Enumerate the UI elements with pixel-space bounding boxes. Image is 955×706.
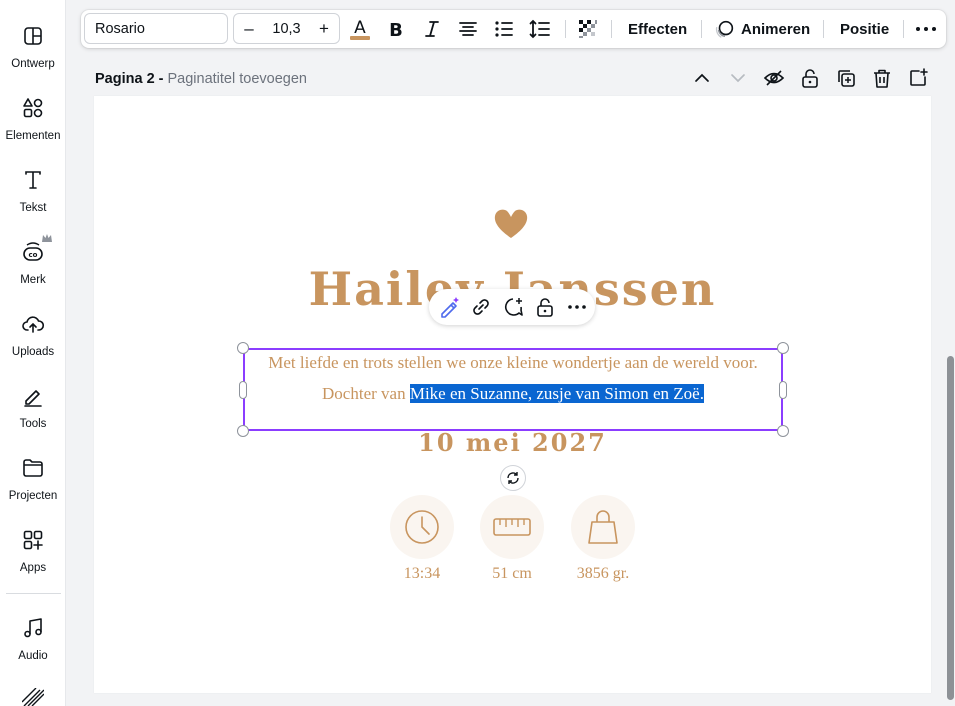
element-context-bar [429,289,595,325]
sidebar-item-label: Tools [19,418,47,430]
font-family-select[interactable]: Rosario [84,13,228,44]
sidebar-item-label: Tekst [19,202,47,214]
sidebar-divider [6,593,61,594]
sidebar-item-projects[interactable]: Projecten [0,446,66,510]
sidebar-item-label: Apps [19,562,47,574]
sidebar-item-label: Projecten [8,490,58,502]
scrollbar-thumb[interactable] [947,356,954,700]
rotate-handle[interactable] [500,465,526,491]
page-number: Pagina 2 - [95,71,164,87]
bulleted-list-icon[interactable] [492,17,516,41]
sidebar-item-label: Audio [18,650,48,662]
body-text-line-1: Met liefde en trots stellen we onze klei… [268,353,758,372]
sidebar-item-label: Uploads [11,346,55,358]
sidebar-item-label: Ontwerp [11,58,55,70]
add-comment-icon[interactable] [502,296,524,318]
body-text-prefix: Dochter van [322,384,410,403]
toolbar-separator [701,20,702,38]
left-sidebar: Ontwerp Elementen Tekst co Merk Uploads … [0,0,66,706]
add-page-icon[interactable] [907,67,929,89]
sidebar-item-apps[interactable]: Apps [0,518,66,582]
length-badge[interactable] [480,495,544,559]
italic-icon[interactable] [420,17,444,41]
toolbar-separator [823,20,824,38]
weight-value[interactable]: 3856 gr. [558,565,648,583]
bag-icon [588,510,618,544]
brand-icon: co [23,242,43,261]
crown-icon [42,234,52,242]
sidebar-item-brand[interactable]: co Merk [0,230,66,294]
page-header: Pagina 2 - Paginatitel toevoegen [95,68,307,90]
move-page-up-icon[interactable] [691,67,713,89]
rotate-icon [507,472,519,484]
sidebar-item-text[interactable]: Tekst [0,158,66,222]
pattern-icon[interactable] [22,688,44,706]
time-badge[interactable] [390,495,454,559]
move-page-down-icon[interactable] [727,67,749,89]
toolbar-separator [611,20,612,38]
clock-icon [405,510,439,544]
more-icon[interactable] [566,296,588,318]
lock-page-icon[interactable] [799,67,821,89]
increase-font-size-button[interactable]: + [317,19,331,39]
resize-handle-bottom-right[interactable] [777,425,789,437]
sidebar-item-label: Elementen [5,130,61,142]
magic-edit-icon[interactable] [438,296,460,318]
sidebar-item-design[interactable]: Ontwerp [0,14,66,78]
weight-badge[interactable] [571,495,635,559]
toolbar-separator [903,20,904,38]
resize-handle-right[interactable] [779,381,787,399]
decrease-font-size-button[interactable]: – [242,19,256,39]
resize-handle-top-left[interactable] [237,342,249,354]
lock-icon[interactable] [534,296,556,318]
text-icon [25,171,41,189]
sidebar-item-audio[interactable]: Audio [0,606,66,670]
design-icon [24,27,42,45]
resize-handle-top-right[interactable] [777,342,789,354]
transparency-icon[interactable] [576,17,600,41]
animate-icon[interactable] [714,18,736,40]
body-text-box[interactable]: Met liefde en trots stellen we onze klei… [245,347,781,409]
line-spacing-icon[interactable] [528,17,552,41]
effects-button[interactable]: Effecten [628,10,687,48]
position-button[interactable]: Positie [840,10,889,48]
svg-text:A: A [354,18,366,38]
text-color-icon[interactable]: A [348,17,372,41]
sidebar-item-label: Merk [20,274,46,286]
elements-icon [23,98,43,118]
body-text-line-2: Dochter van Mike en Suzanne, zusje van S… [245,378,781,409]
delete-page-icon[interactable] [871,67,893,89]
birth-date[interactable]: 10 mei 2027 [330,428,695,457]
animate-button[interactable]: Animeren [741,10,810,48]
folder-icon [23,459,43,477]
resize-handle-bottom-left[interactable] [237,425,249,437]
align-center-icon[interactable] [456,17,480,41]
resize-handle-left[interactable] [239,381,247,399]
svg-text:B: B [389,20,403,41]
sidebar-item-tools[interactable]: Tools [0,374,66,438]
sidebar-item-uploads[interactable]: Uploads [0,302,66,366]
text-toolbar: Rosario – 10,3 + A B Effecten Animeren P… [81,10,946,48]
link-icon[interactable] [470,296,492,318]
pen-tool-icon [24,390,42,407]
font-size-input[interactable]: 10,3 [272,21,300,37]
music-note-icon [24,618,42,638]
ruler-icon [493,518,531,536]
apps-grid-icon [23,530,43,550]
page-title-input[interactable]: Paginatitel toevoegen [168,71,307,87]
sidebar-item-elements[interactable]: Elementen [0,86,66,150]
hide-page-icon[interactable] [763,67,785,89]
upload-cloud-icon [22,316,45,333]
toolbar-separator [565,20,566,38]
font-size-stepper: – 10,3 + [233,13,340,44]
duplicate-page-icon[interactable] [835,67,857,89]
svg-text:co: co [29,251,38,259]
highlighted-text[interactable]: Mike en Suzanne, zusje van Simon en Zoë. [409,384,704,403]
length-value[interactable]: 51 cm [467,565,557,583]
bold-icon[interactable]: B [384,17,408,41]
more-options-icon[interactable] [914,17,938,41]
heart-icon[interactable] [494,207,528,239]
time-value[interactable]: 13:34 [377,565,467,583]
